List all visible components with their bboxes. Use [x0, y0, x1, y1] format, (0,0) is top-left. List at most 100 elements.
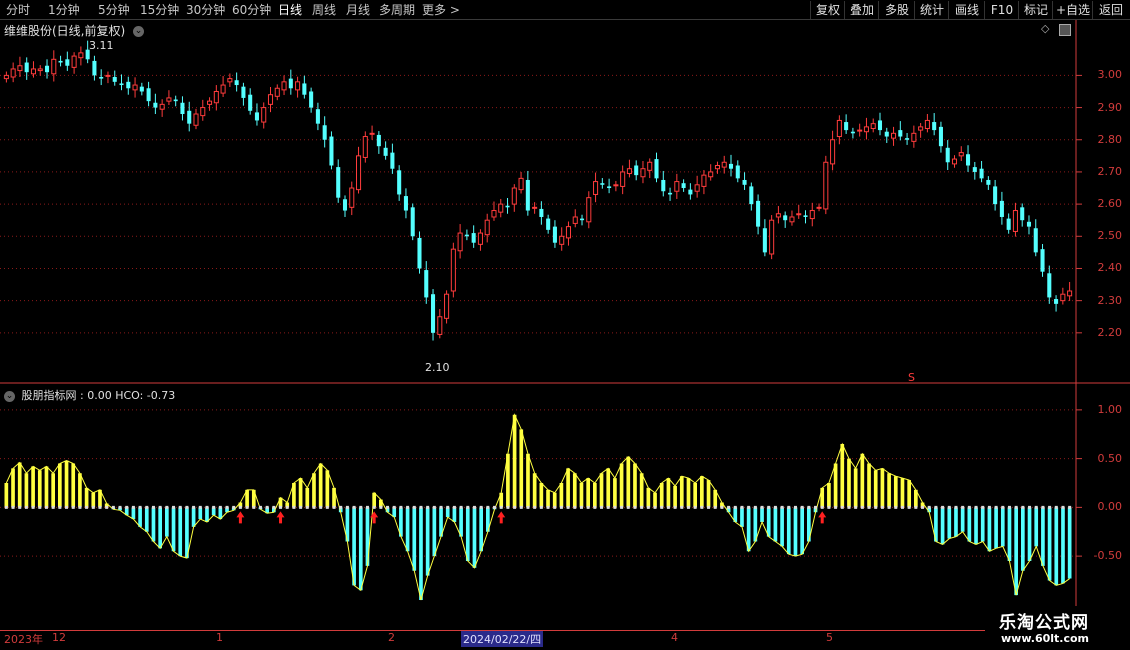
zero-dot [493, 505, 497, 509]
candle-up [1060, 293, 1066, 302]
candle-up [1067, 290, 1073, 297]
zero-dot [272, 505, 276, 509]
candle-down [525, 179, 530, 211]
zero-dot [379, 505, 383, 509]
candle-down [1033, 228, 1038, 253]
zero-dot [994, 505, 998, 509]
zero-dot [740, 505, 744, 509]
price-tick-label: 2.70 [1097, 164, 1123, 178]
candle-down [1047, 273, 1052, 298]
zero-dot [867, 505, 871, 509]
candle-down [972, 167, 977, 172]
zero-dot [733, 505, 737, 509]
zero-dot [479, 505, 483, 509]
candle-down [329, 136, 334, 166]
zero-dot [172, 505, 176, 509]
zero-dot [105, 505, 109, 509]
zero-dot [927, 505, 931, 509]
candle-down [783, 215, 788, 221]
zero-dot [319, 505, 323, 509]
zero-dot [65, 505, 69, 509]
zero-dot [807, 505, 811, 509]
candle-down [762, 228, 767, 253]
candle-up [593, 181, 599, 195]
candle-down [1040, 249, 1045, 272]
zero-dot [880, 505, 884, 509]
price-tick-label: 2.90 [1097, 100, 1123, 114]
buy-arrow-icon [818, 511, 827, 524]
candle-up [891, 132, 897, 139]
candle-down [938, 126, 943, 147]
candle-up [484, 219, 490, 236]
candle-up [166, 97, 172, 102]
high-price-label: 3.11 [89, 39, 114, 52]
price-tick-label: 2.80 [1097, 132, 1123, 146]
zero-dot [345, 505, 349, 509]
candle-up [477, 232, 483, 245]
zero-dot [1021, 505, 1025, 509]
candle-up [3, 74, 9, 80]
candle-down [403, 196, 408, 211]
zero-dot [1041, 505, 1045, 509]
zero-dot [713, 505, 717, 509]
panel-toggle-icon[interactable] [1059, 24, 1071, 36]
zero-dot [860, 505, 864, 509]
zero-dot [513, 505, 517, 509]
candle-up [572, 216, 578, 224]
candle-up [626, 168, 632, 175]
zero-dot [847, 505, 851, 509]
zero-dot [566, 505, 570, 509]
candle-up [775, 213, 781, 218]
candle-up [640, 168, 646, 178]
zero-dot [31, 505, 35, 509]
zero-dot [613, 505, 617, 509]
diamond-icon[interactable]: ◇ [1041, 22, 1049, 35]
zero-dot [593, 505, 597, 509]
candle-down [844, 122, 849, 131]
candle-down [966, 154, 971, 166]
zero-dot [372, 505, 376, 509]
zero-dot [145, 505, 149, 509]
zero-dot [1028, 505, 1032, 509]
candle-down [180, 102, 185, 115]
candle-down [44, 65, 50, 73]
candle-down [634, 165, 639, 176]
chevron-down-icon[interactable]: ⌄ [133, 26, 145, 37]
zero-dot [680, 505, 684, 509]
candle-up [674, 181, 680, 192]
zero-dot [18, 505, 22, 509]
candle-down [877, 120, 883, 131]
zero-dot [793, 505, 797, 509]
candle-up [274, 87, 280, 97]
zero-dot [947, 505, 951, 509]
candle-up [511, 187, 517, 205]
zero-dot [51, 505, 55, 509]
zero-dot [212, 505, 216, 509]
zero-dot [760, 505, 764, 509]
zero-dot [151, 505, 155, 509]
zero-dot [934, 505, 938, 509]
candle-down [99, 77, 104, 79]
zero-dot [218, 505, 222, 509]
zero-dot [526, 505, 530, 509]
zero-dot [840, 505, 844, 509]
candle-down [905, 138, 910, 140]
zero-dot [292, 505, 296, 509]
candle-down [424, 270, 429, 298]
zero-dot [205, 505, 209, 509]
zero-dot [38, 505, 42, 509]
zero-dot [392, 505, 396, 509]
zero-dot [399, 505, 403, 509]
zero-dot [486, 505, 490, 509]
zero-dot [646, 505, 650, 509]
candle-down [65, 59, 70, 66]
candle-up [457, 232, 463, 252]
watermark-name: 乐淘公式网 [999, 613, 1089, 633]
chevron-down-icon[interactable]: ⌄ [4, 390, 15, 402]
date-label: 5 [826, 631, 833, 644]
zero-dot [854, 505, 858, 509]
stock-chart[interactable] [0, 0, 1130, 650]
candle-up [620, 171, 626, 187]
candle-down [986, 179, 991, 185]
zero-dot [961, 505, 965, 509]
